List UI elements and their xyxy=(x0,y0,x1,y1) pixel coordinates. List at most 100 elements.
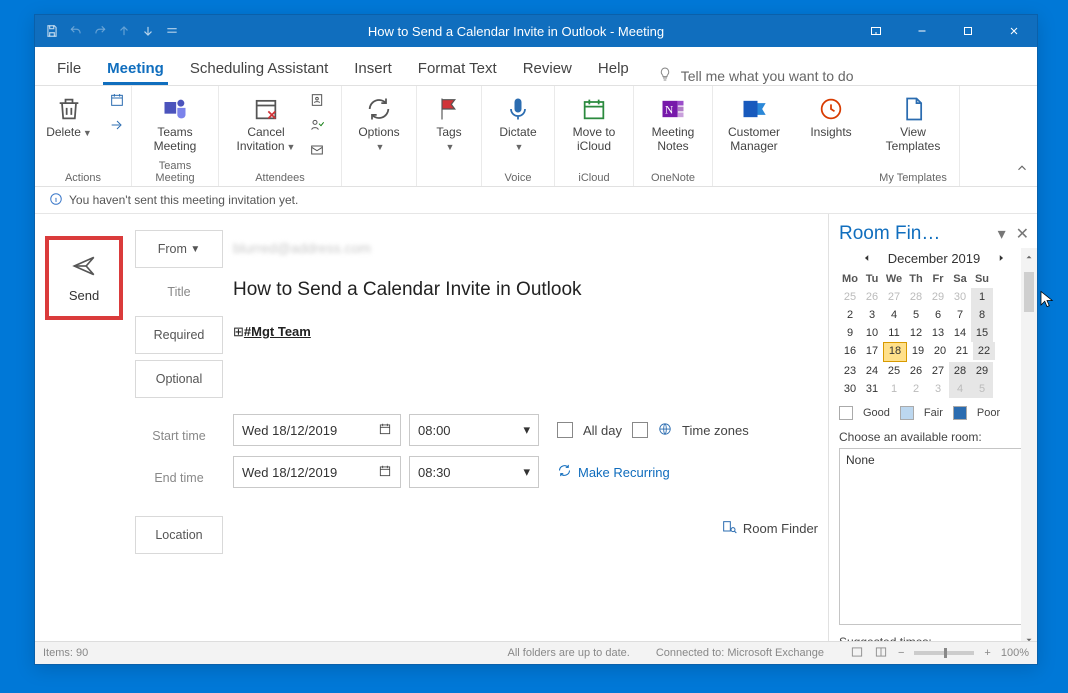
calendar-day[interactable]: 5 xyxy=(971,380,993,398)
location-button[interactable]: Location xyxy=(135,516,223,554)
calendar-day[interactable]: 24 xyxy=(861,362,883,380)
teams-meeting-button[interactable]: Teams Meeting xyxy=(143,90,207,154)
down-arrow-icon[interactable] xyxy=(141,24,155,38)
customer-manager-button[interactable]: Customer Manager xyxy=(722,90,786,154)
view-normal-icon[interactable] xyxy=(850,645,864,662)
tab-help[interactable]: Help xyxy=(594,54,633,85)
calendar-day[interactable]: 8 xyxy=(971,306,993,324)
close-button[interactable] xyxy=(991,15,1037,47)
view-reading-icon[interactable] xyxy=(874,645,888,662)
calendar-day[interactable]: 26 xyxy=(905,362,927,380)
calendar-day[interactable]: 19 xyxy=(907,342,929,360)
calendar-day[interactable]: 21 xyxy=(951,342,973,360)
cancel-invitation-button[interactable]: Cancel Invitation▼ xyxy=(231,90,302,154)
up-arrow-icon[interactable] xyxy=(117,24,131,38)
collapse-ribbon-icon[interactable] xyxy=(1015,161,1029,180)
calendar-day[interactable]: 14 xyxy=(949,324,971,342)
save-icon[interactable] xyxy=(45,24,59,38)
zoom-out-icon[interactable]: − xyxy=(898,647,904,659)
calendar-day[interactable]: 30 xyxy=(839,380,861,398)
maximize-button[interactable] xyxy=(945,15,991,47)
calendar-day[interactable]: 6 xyxy=(927,306,949,324)
calendar-day[interactable]: 28 xyxy=(905,288,927,306)
check-names-icon[interactable] xyxy=(309,117,325,138)
insights-button[interactable]: Insights xyxy=(799,90,863,140)
next-month-icon[interactable] xyxy=(996,251,1006,266)
calendar-day[interactable]: 4 xyxy=(883,306,905,324)
available-rooms-list[interactable]: None xyxy=(839,448,1029,625)
calendar-day[interactable]: 25 xyxy=(839,288,861,306)
calendar-day[interactable]: 11 xyxy=(883,324,905,342)
send-button[interactable]: Send xyxy=(45,236,123,320)
forward-small-icon[interactable] xyxy=(109,117,125,138)
zoom-in-icon[interactable]: + xyxy=(984,647,990,659)
tab-format-text[interactable]: Format Text xyxy=(414,54,501,85)
calendar-day[interactable]: 26 xyxy=(861,288,883,306)
calendar-day[interactable]: 2 xyxy=(839,306,861,324)
start-time-picker[interactable]: 08:00 ▾ xyxy=(409,414,539,446)
calendar-day[interactable]: 22 xyxy=(973,342,995,360)
customize-qat-icon[interactable] xyxy=(165,24,179,38)
calendar-day[interactable]: 20 xyxy=(929,342,951,360)
view-templates-button[interactable]: View Templates xyxy=(880,90,947,154)
calendar-day[interactable]: 27 xyxy=(883,288,905,306)
calendar-day[interactable]: 25 xyxy=(883,362,905,380)
scroll-up-icon[interactable] xyxy=(1024,252,1034,262)
calendar-day[interactable]: 5 xyxy=(905,306,927,324)
calendar-day[interactable]: 15 xyxy=(971,324,993,342)
move-to-icloud-button[interactable]: Move to iCloud xyxy=(562,90,626,154)
zoom-slider[interactable] xyxy=(914,651,974,655)
minimize-button[interactable] xyxy=(899,15,945,47)
calendar-small-icon[interactable] xyxy=(109,92,125,113)
undo-icon[interactable] xyxy=(69,24,83,38)
tell-me-search[interactable]: Tell me what you want to do xyxy=(657,66,854,85)
all-day-checkbox[interactable] xyxy=(557,422,573,438)
calendar-day[interactable]: 4 xyxy=(949,380,971,398)
optional-button[interactable]: Optional xyxy=(135,360,223,398)
calendar-day[interactable]: 18 xyxy=(883,342,907,362)
location-input[interactable]: Room Finder xyxy=(233,510,818,546)
tags-button[interactable]: Tags▼ xyxy=(417,90,481,154)
delete-button[interactable]: Delete▼ xyxy=(37,90,101,140)
title-input[interactable]: How to Send a Calendar Invite in Outlook xyxy=(233,279,582,301)
room-finder-toggle[interactable]: Room Finder xyxy=(721,519,818,538)
address-book-icon[interactable] xyxy=(309,92,325,113)
required-button[interactable]: Required xyxy=(135,316,223,354)
scroll-thumb[interactable] xyxy=(1024,272,1034,312)
panel-scrollbar[interactable] xyxy=(1021,248,1037,649)
tab-scheduling-assistant[interactable]: Scheduling Assistant xyxy=(186,54,332,85)
panel-close-icon[interactable]: ✕ xyxy=(1016,224,1029,244)
end-time-picker[interactable]: 08:30 ▾ xyxy=(409,456,539,488)
calendar-day[interactable]: 1 xyxy=(883,380,905,398)
tab-file[interactable]: File xyxy=(53,54,85,85)
calendar-day[interactable]: 3 xyxy=(861,306,883,324)
calendar-day[interactable]: 9 xyxy=(839,324,861,342)
required-attendee-chip[interactable]: #Mgt Team xyxy=(233,324,311,340)
from-button[interactable]: From ▼ xyxy=(135,230,223,268)
end-date-picker[interactable]: Wed 18/12/2019 xyxy=(233,456,401,488)
panel-options-icon[interactable]: ▾ xyxy=(998,224,1006,244)
tab-review[interactable]: Review xyxy=(519,54,576,85)
calendar-day[interactable]: 27 xyxy=(927,362,949,380)
ribbon-display-options-icon[interactable] xyxy=(853,15,899,47)
calendar-day[interactable]: 1 xyxy=(971,288,993,306)
calendar-day[interactable]: 31 xyxy=(861,380,883,398)
calendar-day[interactable]: 7 xyxy=(949,306,971,324)
calendar-day[interactable]: 29 xyxy=(971,362,993,380)
calendar-day[interactable]: 3 xyxy=(927,380,949,398)
calendar-day[interactable]: 17 xyxy=(861,342,883,360)
options-button[interactable]: Options▼ xyxy=(347,90,411,154)
tab-meeting[interactable]: Meeting xyxy=(103,54,168,85)
start-date-picker[interactable]: Wed 18/12/2019 xyxy=(233,414,401,446)
calendar-day[interactable]: 28 xyxy=(949,362,971,380)
make-recurring-button[interactable]: Make Recurring xyxy=(557,463,670,481)
calendar-day[interactable]: 13 xyxy=(927,324,949,342)
optional-input[interactable] xyxy=(233,356,818,392)
dictate-button[interactable]: Dictate▼ xyxy=(486,90,550,154)
calendar-day[interactable]: 16 xyxy=(839,342,861,360)
mini-calendar[interactable]: MoTuWeThFrSaSu 2526272829301234567891011… xyxy=(839,270,1029,398)
calendar-day[interactable]: 2 xyxy=(905,380,927,398)
calendar-day[interactable]: 12 xyxy=(905,324,927,342)
time-zones-checkbox[interactable] xyxy=(632,422,648,438)
redo-icon[interactable] xyxy=(93,24,107,38)
